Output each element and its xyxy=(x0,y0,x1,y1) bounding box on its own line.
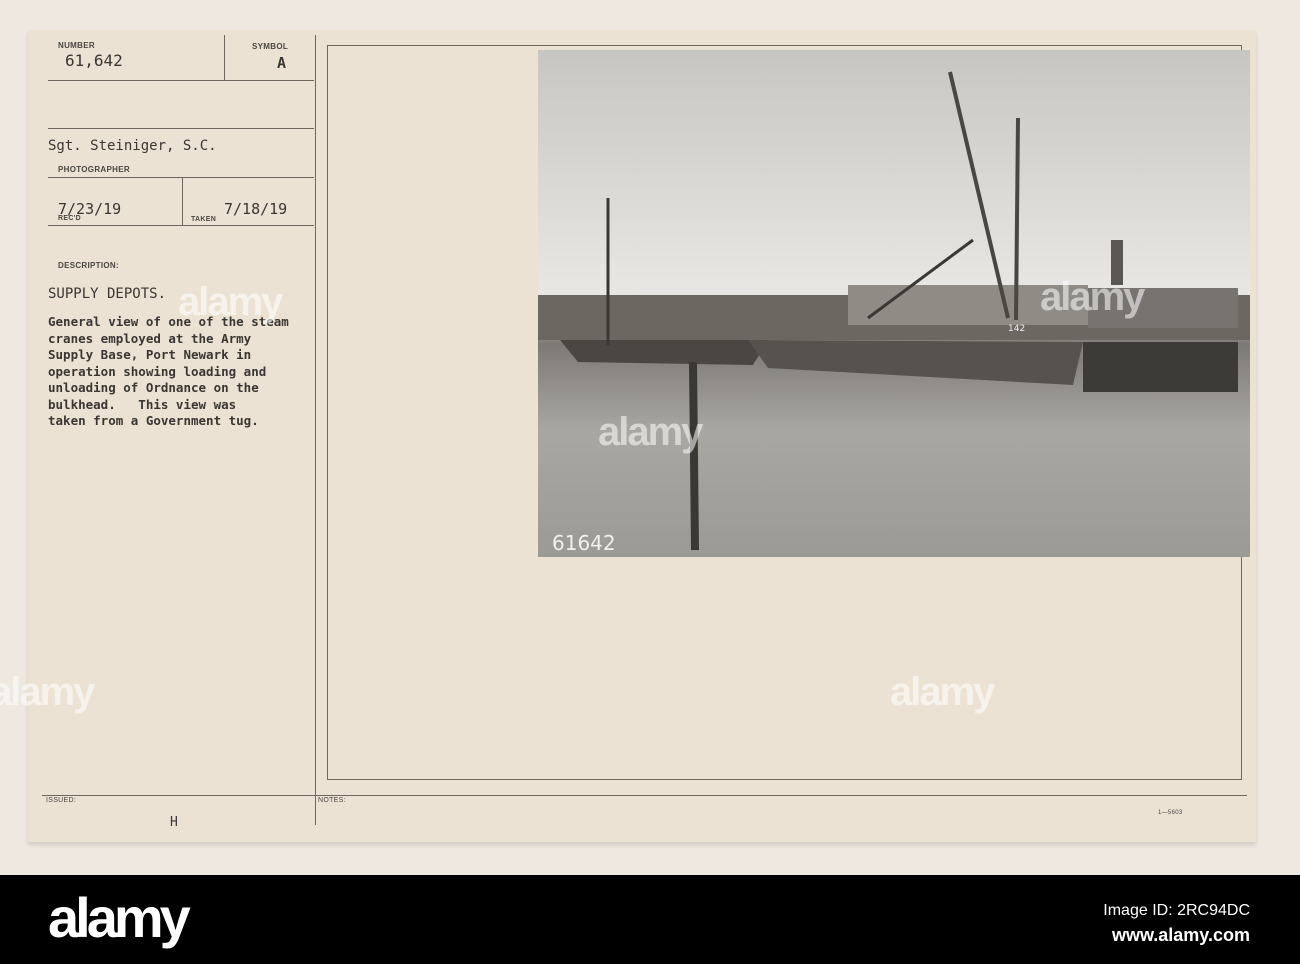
symbol-label: SYMBOL xyxy=(252,42,289,51)
photo-handwritten-number: 61642 xyxy=(552,531,616,555)
watermark: alamy xyxy=(178,280,283,324)
watermark: alamy xyxy=(1040,275,1145,319)
watermark: alamy xyxy=(598,410,703,454)
taken-date: 7/18/19 xyxy=(224,200,288,218)
watermark: alamy xyxy=(890,670,995,714)
notes-label: NOTES: xyxy=(318,797,346,804)
form-number: 1—5603 xyxy=(1158,810,1183,816)
footer-bar: alamy Image ID: 2RC94DC www.alamy.com xyxy=(0,875,1300,964)
photographer-label: PHOTOGRAPHER xyxy=(58,165,130,174)
taken-label: TAKEN xyxy=(191,216,217,223)
description-title: SUPPLY DEPOTS. xyxy=(48,286,167,302)
website-link[interactable]: www.alamy.com xyxy=(1112,925,1250,946)
number-value: 61,642 xyxy=(65,51,123,70)
description-label: DESCRIPTION: xyxy=(58,261,119,270)
symbol-value: A xyxy=(277,54,287,72)
issued-label: ISSUED: xyxy=(46,797,77,804)
issued-value: H xyxy=(170,815,178,830)
number-label: NUMBER xyxy=(58,41,95,50)
received-label: REC'D xyxy=(58,215,81,222)
image-id: Image ID: 2RC94DC xyxy=(1103,902,1250,919)
alamy-logo: alamy xyxy=(48,886,191,949)
barge-number: 142 xyxy=(1008,324,1025,334)
description-text: General view of one of the steam cranes … xyxy=(48,314,289,428)
photographer-name: Sgt. Steiniger, S.C. xyxy=(48,138,217,154)
watermark: alamy xyxy=(0,670,95,714)
